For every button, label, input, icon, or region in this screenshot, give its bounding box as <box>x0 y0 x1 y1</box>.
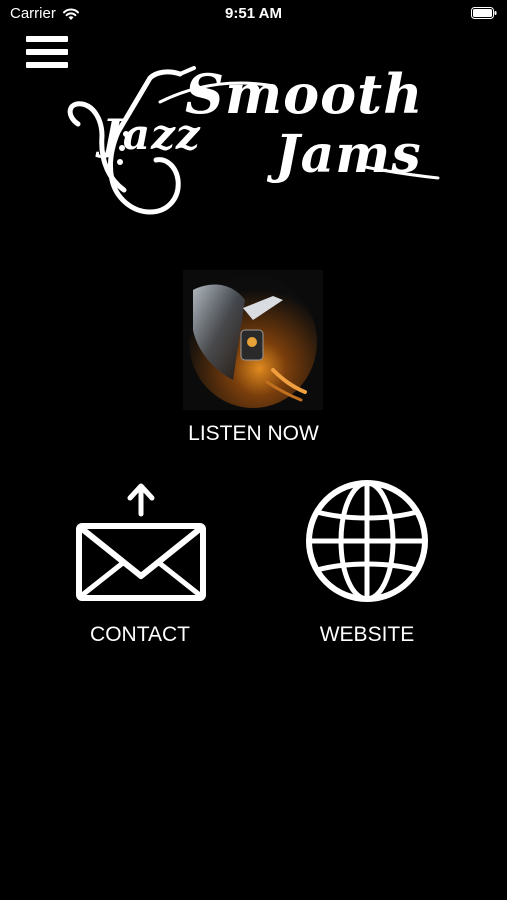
app-logo: Smooth Jazz Jams <box>60 62 450 222</box>
battery-icon <box>471 7 497 19</box>
status-bar: Carrier 9:51 AM <box>0 0 507 28</box>
contact-button[interactable]: CONTACT <box>50 480 230 660</box>
website-label: WEBSITE <box>319 623 415 646</box>
menu-bar-line <box>26 49 68 55</box>
globe-icon <box>306 480 428 602</box>
status-time: 9:51 AM <box>225 5 282 22</box>
logo-text-jazz: Jazz <box>102 110 201 159</box>
menu-bar-line <box>26 36 68 42</box>
listen-now-button[interactable]: LISTEN NOW <box>0 422 507 446</box>
envelope-upload-icon <box>76 483 206 601</box>
website-button[interactable]: WEBSITE <box>277 480 457 660</box>
contact-label: CONTACT <box>90 623 190 646</box>
turntable-art <box>183 270 323 410</box>
logo-text-smooth: Smooth <box>185 62 424 126</box>
logo-text-jams: Jams <box>275 124 422 185</box>
turntable-image[interactable] <box>183 270 323 410</box>
